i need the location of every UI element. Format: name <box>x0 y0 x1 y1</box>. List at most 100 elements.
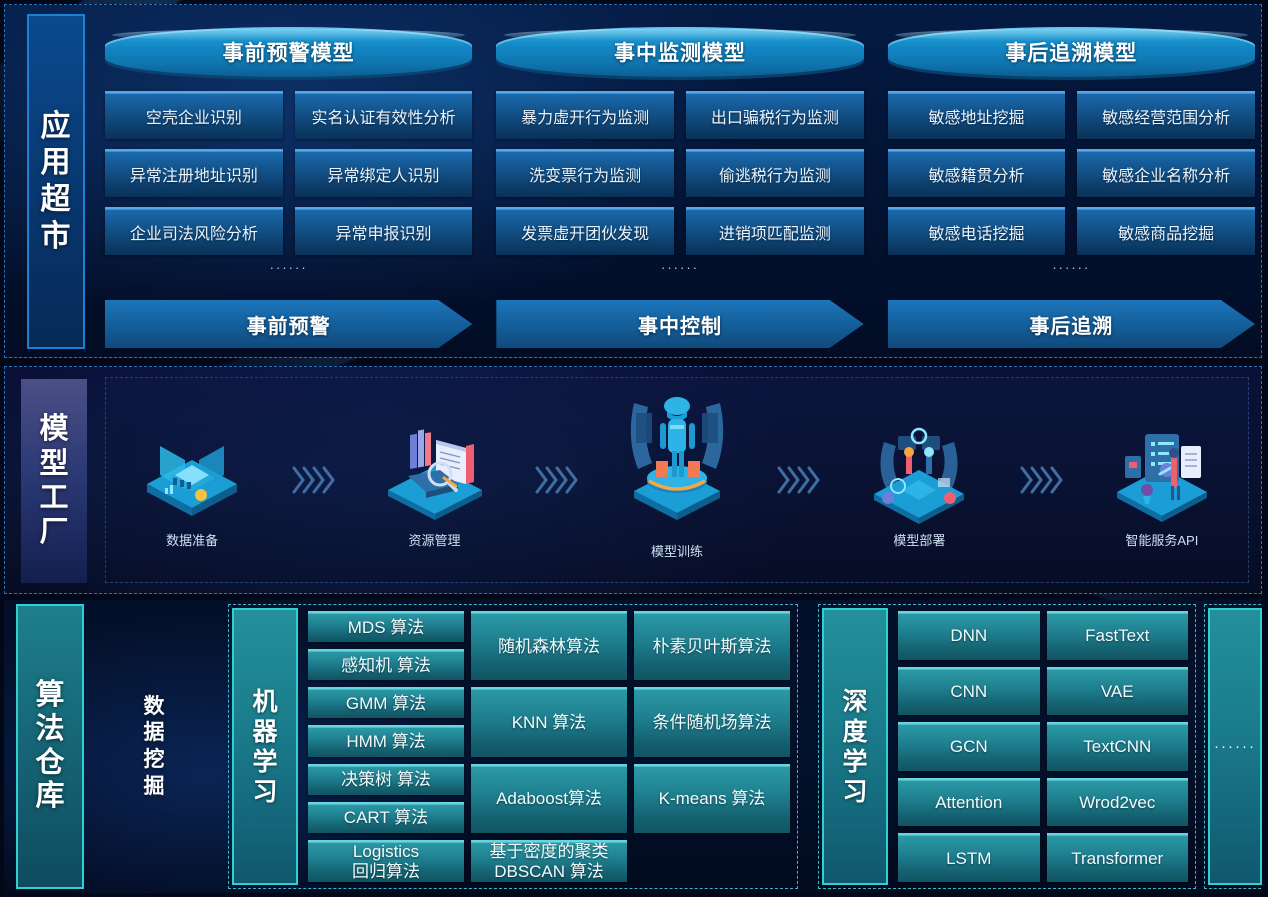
algo-chip[interactable]: Transformer <box>1046 833 1188 882</box>
data-mining-label-char-1: 据 <box>143 721 165 745</box>
service-api-icon <box>1097 412 1227 524</box>
model-group-pre-warning: 事前预警模型 空壳企业识别 实名认证有效性分析 异常注册地址识别 异常绑定人识别… <box>105 27 473 275</box>
category-machine-learning: 机 器 学 习 <box>232 608 298 885</box>
algo-chip[interactable]: Attention <box>898 777 1040 827</box>
model-training-icon <box>612 377 742 527</box>
app-card[interactable]: 进销项匹配监测 <box>685 207 864 255</box>
app-market-label-char-2: 超 <box>40 183 72 216</box>
algo-chip[interactable]: K-means 算法 <box>634 763 790 833</box>
pipeline-stage-model-training[interactable]: 模型训练 <box>602 396 752 560</box>
model-group-post-trace: 事后追溯模型 敏感地址挖掘 敏感经营范围分析 敏感籍贯分析 敏感企业名称分析 敏… <box>887 27 1255 275</box>
app-card[interactable]: 企业司法风险分析 <box>105 207 283 255</box>
app-card[interactable]: 异常绑定人识别 <box>294 149 473 197</box>
phase-arrow-in-control[interactable]: 事中控制 <box>496 300 863 348</box>
ml-label-char-0: 机 <box>252 687 278 716</box>
pipeline-stage-label: 数据准备 <box>166 532 219 548</box>
model-factory-label-char-2: 工 <box>39 482 69 514</box>
ellipsis-row: ······ <box>888 260 1255 275</box>
section-algorithm-warehouse: 算 法 仓 库 数 据 挖 掘 机 器 学 习 MDS 算法 随机森林算法 朴素… <box>4 600 1262 893</box>
section-app-market: 应 用 超 市 事前预警模型 空壳企业识别 实名认证有效性分析 异常注册地址识别… <box>4 4 1262 358</box>
model-group-in-process: 事中监测模型 暴力虚开行为监测 出口骗税行为监测 洗变票行为监测 偷逃税行为监测… <box>496 27 864 275</box>
algo-chip[interactable]: MDS 算法 <box>308 611 464 643</box>
phase-arrow-pre-warning[interactable]: 事前预警 <box>105 300 472 348</box>
dl-label-char-0: 深 <box>842 687 868 716</box>
deep-learning-box: 深 度 学 习 DNN FastText CNN VAE GCN TextCNN… <box>818 604 1196 889</box>
section-label-app-market: 应 用 超 市 <box>27 14 85 349</box>
phase-arrow-post-trace[interactable]: 事后追溯 <box>888 300 1255 348</box>
pipeline-chevron-1 <box>289 463 337 497</box>
app-card[interactable]: 敏感电话挖掘 <box>887 207 1066 255</box>
algo-chip[interactable]: CART 算法 <box>308 801 464 833</box>
section-label-algorithm-warehouse: 算 法 仓 库 <box>16 604 84 889</box>
algo-chip[interactable]: 条件随机场算法 <box>634 687 790 757</box>
group-header-pre-warning[interactable]: 事前预警模型 <box>105 27 473 77</box>
algo-chip[interactable]: 基于密度的聚类 DBSCAN 算法 <box>471 839 627 882</box>
app-card[interactable]: 洗变票行为监测 <box>496 149 674 197</box>
group-title: 事中监测模型 <box>613 42 746 65</box>
app-card[interactable]: 敏感地址挖掘 <box>887 91 1066 139</box>
pipeline-chevron-3 <box>774 463 822 497</box>
model-factory-label-char-1: 型 <box>39 447 69 480</box>
pipeline-stage-resource-manage[interactable]: 资源管理 <box>360 412 510 549</box>
ellipsis-row: ······ <box>105 260 472 275</box>
data-mining-label-char-2: 挖 <box>143 748 165 771</box>
group-header-in-process[interactable]: 事中监测模型 <box>496 27 864 77</box>
app-card[interactable]: 异常申报识别 <box>294 207 473 255</box>
ellipsis-text: ······ <box>1052 260 1091 275</box>
algo-chip[interactable]: HMM 算法 <box>308 725 464 757</box>
algo-chip[interactable]: KNN 算法 <box>471 687 627 757</box>
app-card[interactable]: 异常注册地址识别 <box>105 149 283 197</box>
algo-chip[interactable]: 随机森林算法 <box>471 611 627 681</box>
algorithm-warehouse-label-char-0: 算 <box>35 678 65 711</box>
model-factory-label-char-0: 模 <box>39 413 69 446</box>
app-card[interactable]: 发票虚开团伙发现 <box>496 207 674 255</box>
algo-chip[interactable]: VAE <box>1046 666 1188 716</box>
app-market-label-char-0: 应 <box>40 109 72 143</box>
section-label-model-factory: 模 型 工 厂 <box>21 379 87 583</box>
app-card[interactable]: 偷逃税行为监测 <box>685 149 864 197</box>
pipeline-stage-service-api[interactable]: 智能服务API <box>1087 412 1237 549</box>
algo-chip[interactable]: LSTM <box>898 833 1040 882</box>
app-card[interactable]: 实名认证有效性分析 <box>294 91 473 139</box>
algo-chip[interactable]: TextCNN <box>1046 722 1188 771</box>
algo-chip[interactable]: CNN <box>898 666 1040 716</box>
algo-chip[interactable]: GCN <box>898 722 1040 771</box>
ellipsis-row: ······ <box>496 260 863 275</box>
algo-chip[interactable]: Logistics 回归算法 <box>308 839 464 882</box>
data-mining-label: 数 据 挖 掘 <box>132 604 176 889</box>
app-card[interactable]: 出口骗税行为监测 <box>685 91 864 139</box>
pipeline-stage-label: 模型部署 <box>893 532 946 548</box>
model-deploy-icon <box>854 412 984 524</box>
dl-label-char-1: 度 <box>842 717 868 746</box>
machine-learning-box: 机 器 学 习 MDS 算法 随机森林算法 朴素贝叶斯算法 感知机 算法 GMM… <box>228 604 798 889</box>
algo-chip[interactable]: Wrod2vec <box>1046 777 1188 827</box>
phase-arrow-list: 事前预警 事中控制 事后追溯 <box>105 300 1255 348</box>
algorithm-warehouse-label-char-3: 库 <box>35 780 65 813</box>
app-card[interactable]: 敏感经营范围分析 <box>1077 91 1255 139</box>
section-model-factory: 模 型 工 厂 数据准备 资源管理 模型训练 模型部署 智能服务API <box>4 366 1262 594</box>
more-algorithms-box[interactable]: ······ <box>1204 604 1262 889</box>
ml-label-char-2: 学 <box>252 747 278 776</box>
category-deep-learning: 深 度 学 习 <box>822 608 888 885</box>
algo-chip[interactable]: 朴素贝叶斯算法 <box>634 611 790 681</box>
dl-label-char-3: 习 <box>842 777 868 806</box>
algo-chip[interactable]: DNN <box>898 611 1040 660</box>
infographic-root: 应 用 超 市 事前预警模型 空壳企业识别 实名认证有效性分析 异常注册地址识别… <box>0 0 1268 897</box>
algo-chip[interactable]: FastText <box>1046 611 1188 660</box>
ml-label-char-1: 器 <box>252 717 278 746</box>
algo-chip[interactable]: 决策树 算法 <box>308 763 464 795</box>
algo-chip[interactable]: Adaboost算法 <box>471 763 627 833</box>
app-card[interactable]: 暴力虚开行为监测 <box>496 91 674 139</box>
algo-chip[interactable]: 感知机 算法 <box>308 649 464 681</box>
data-mining-label-char-0: 数 <box>143 694 165 718</box>
pipeline-stage-model-deploy[interactable]: 模型部署 <box>844 412 994 549</box>
group-header-post-trace[interactable]: 事后追溯模型 <box>887 27 1255 77</box>
app-card[interactable]: 空壳企业识别 <box>105 91 283 139</box>
app-card[interactable]: 敏感籍贯分析 <box>887 149 1066 197</box>
app-card[interactable]: 敏感企业名称分析 <box>1077 149 1255 197</box>
more-ellipsis-text: ······ <box>1214 738 1256 755</box>
algo-chip[interactable]: GMM 算法 <box>308 687 464 719</box>
pipeline-stage-data-prep[interactable]: 数据准备 <box>117 412 267 549</box>
app-card[interactable]: 敏感商品挖掘 <box>1077 207 1255 255</box>
app-market-label-char-1: 用 <box>40 146 72 180</box>
